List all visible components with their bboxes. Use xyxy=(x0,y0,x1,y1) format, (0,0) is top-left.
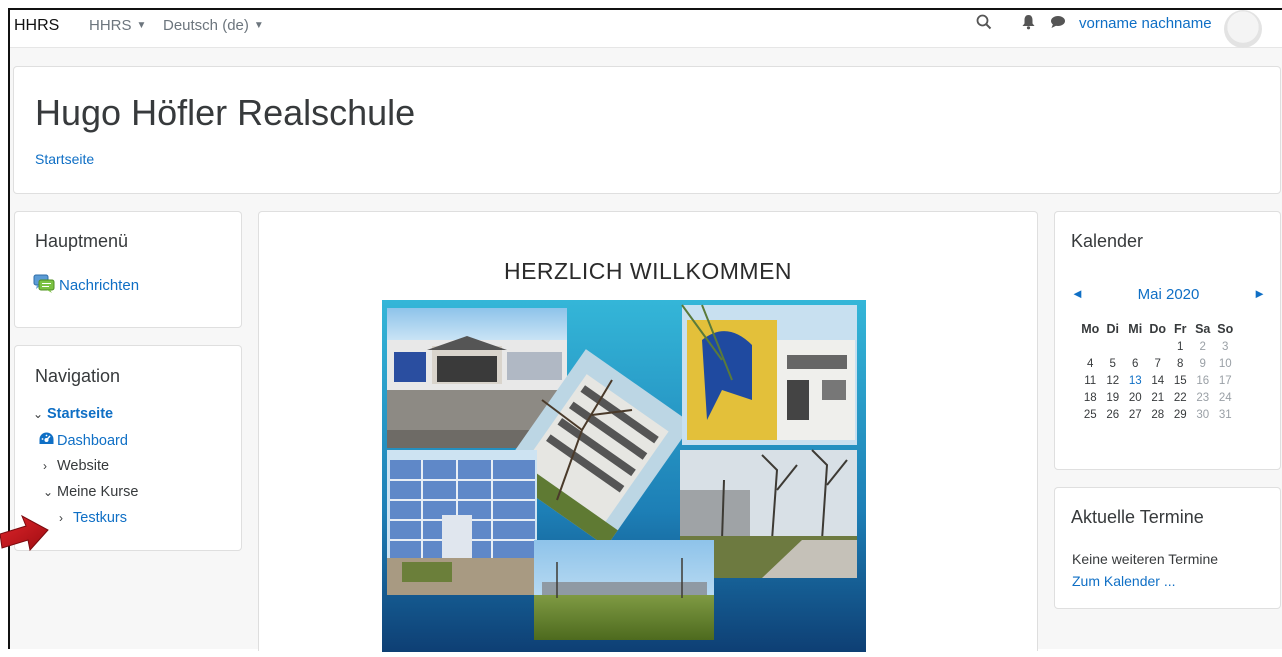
school-photo-collage xyxy=(382,300,866,657)
bell-icon[interactable] xyxy=(1021,14,1036,34)
nav-item-label: Dashboard xyxy=(57,433,128,449)
calendar-day[interactable]: 11 xyxy=(1079,372,1102,389)
calendar-day[interactable]: 12 xyxy=(1102,372,1125,389)
calendar-week-row: 18 19 20 21 22 23 24 xyxy=(1079,389,1237,406)
search-icon[interactable] xyxy=(976,14,992,34)
calendar-title: Kalender xyxy=(1071,231,1144,251)
nav-item-dashboard[interactable]: Dashboard xyxy=(39,432,128,449)
nav-item-label: Meine Kurse xyxy=(57,484,139,500)
calendar-day[interactable]: 18 xyxy=(1079,389,1102,406)
nav-item-label: Startseite xyxy=(47,406,114,422)
calendar-day[interactable]: 22 xyxy=(1169,389,1192,406)
chevron-down-icon: ▼ xyxy=(136,20,147,31)
calendar-day xyxy=(1147,338,1170,355)
calendar-day[interactable]: 31 xyxy=(1214,406,1237,423)
weekday-header: So xyxy=(1217,321,1234,336)
calendar-month-link[interactable]: Mai 2020 xyxy=(1071,286,1266,303)
chevron-down-icon: ⌄ xyxy=(43,485,54,499)
calendar-day[interactable]: 1 xyxy=(1169,338,1192,355)
calendar-day[interactable]: 25 xyxy=(1079,406,1102,423)
calendar-day[interactable]: 29 xyxy=(1169,406,1192,423)
weekday-header: Fr xyxy=(1174,321,1187,336)
calendar-day xyxy=(1124,338,1147,355)
main-menu-title: Hauptmenü xyxy=(35,231,129,251)
messages-link-label: Nachrichten xyxy=(59,277,140,294)
upcoming-events-block: Aktuelle Termine Keine weiteren Termine … xyxy=(1054,487,1281,609)
messages-link[interactable]: Nachrichten xyxy=(33,274,139,298)
calendar-day[interactable]: 26 xyxy=(1102,406,1125,423)
top-navbar: HHRS HHRS ▼ Deutsch (de) ▼ vorname nachnam… xyxy=(10,10,1282,48)
calendar-day[interactable]: 14 xyxy=(1147,372,1170,389)
annotation-arrow-icon xyxy=(0,512,52,557)
calendar-week-row: 25 26 27 28 29 30 31 xyxy=(1079,406,1237,423)
calendar-day[interactable]: 24 xyxy=(1214,389,1237,406)
page-header: Hugo Höfler Realschule Startseite xyxy=(13,66,1281,194)
language-menu[interactable]: Deutsch (de) ▼ xyxy=(163,17,264,34)
user-menu-name[interactable]: vorname nachname xyxy=(1079,15,1212,32)
calendar-day[interactable]: 21 xyxy=(1147,389,1170,406)
calendar-grid: Mo Di Mi Do Fr Sa So 1 2 3 4 5 6 7 8 9 10 11 12 13 14 15 16 17… xyxy=(1079,319,1237,423)
chat-icon[interactable] xyxy=(1050,15,1066,33)
calendar-day[interactable]: 9 xyxy=(1192,355,1215,372)
weekday-header: Do xyxy=(1149,321,1167,336)
calendar-day[interactable]: 30 xyxy=(1192,406,1215,423)
main-menu-block: Hauptmenü Nachrichten xyxy=(14,211,242,328)
page-title: Hugo Höfler Realschule xyxy=(35,92,416,133)
go-to-calendar-link[interactable]: Zum Kalender ... xyxy=(1072,573,1176,589)
calendar-day[interactable]: 13 xyxy=(1124,372,1147,389)
site-menu-label: HHRS xyxy=(89,17,132,34)
upcoming-events-title: Aktuelle Termine xyxy=(1071,507,1204,527)
nav-item-label: Website xyxy=(57,458,110,474)
calendar-day[interactable]: 5 xyxy=(1102,355,1125,372)
main-content: HERZLICH WILLKOMMEN xyxy=(258,211,1038,652)
calendar-day[interactable]: 23 xyxy=(1192,389,1215,406)
next-month-icon[interactable]: ► xyxy=(1253,286,1266,301)
chevron-right-icon: › xyxy=(59,511,63,525)
nav-item-startseite[interactable]: ⌄ Startseite xyxy=(33,406,113,422)
nav-item-label: Testkurs xyxy=(73,510,127,526)
calendar-day[interactable]: 7 xyxy=(1147,355,1170,372)
weekday-header: Di xyxy=(1106,321,1120,336)
chevron-down-icon: ▼ xyxy=(253,20,264,31)
calendar-block: Kalender ◄ Mai 2020 ► Mo Di Mi Do Fr Sa So 123… xyxy=(1054,211,1281,470)
site-menu[interactable]: HHRS ▼ xyxy=(89,17,146,34)
nav-item-website[interactable]: › Website xyxy=(43,458,109,474)
weekday-header: Sa xyxy=(1195,321,1211,336)
calendar-day[interactable]: 19 xyxy=(1102,389,1125,406)
chevron-right-icon: › xyxy=(43,459,47,473)
calendar-week-row: 4 5 6 7 8 9 10 xyxy=(1079,355,1237,372)
calendar-day[interactable]: 4 xyxy=(1079,355,1102,372)
avatar[interactable] xyxy=(1224,10,1262,48)
calendar-day[interactable]: 17 xyxy=(1214,372,1237,389)
forum-icon xyxy=(33,274,55,298)
brand-link[interactable]: HHRS xyxy=(14,17,59,35)
calendar-day[interactable]: 16 xyxy=(1192,372,1215,389)
calendar-day[interactable]: 3 xyxy=(1214,338,1237,355)
calendar-day[interactable]: 6 xyxy=(1124,355,1147,372)
nav-item-meine-kurse[interactable]: ⌄ Meine Kurse xyxy=(43,484,138,500)
calendar-day[interactable]: 28 xyxy=(1147,406,1170,423)
weekday-header: Mo xyxy=(1081,321,1100,336)
calendar-day[interactable]: 27 xyxy=(1124,406,1147,423)
calendar-day xyxy=(1079,338,1102,355)
calendar-day[interactable]: 15 xyxy=(1169,372,1192,389)
welcome-heading: HERZLICH WILLKOMMEN xyxy=(503,258,793,284)
calendar-weekdays: Mo Di Mi Do Fr Sa So xyxy=(1079,319,1237,338)
language-menu-label: Deutsch (de) xyxy=(163,17,249,34)
navigation-title: Navigation xyxy=(35,366,121,386)
dashboard-icon xyxy=(39,432,57,449)
calendar-day[interactable]: 2 xyxy=(1192,338,1215,355)
calendar-header: ◄ Mai 2020 ► xyxy=(1071,286,1266,306)
breadcrumb[interactable]: Startseite xyxy=(35,151,94,167)
calendar-week-row: 123 xyxy=(1079,338,1237,355)
no-events-text: Keine weiteren Termine xyxy=(1072,551,1219,567)
nav-item-testkurs[interactable]: › Testkurs xyxy=(59,510,127,526)
calendar-day[interactable]: 20 xyxy=(1124,389,1147,406)
calendar-week-row: 11 12 13 14 15 16 17 xyxy=(1079,372,1237,389)
weekday-header: Mi xyxy=(1128,321,1143,336)
chevron-down-icon: ⌄ xyxy=(33,407,44,421)
calendar-day[interactable]: 8 xyxy=(1169,355,1192,372)
calendar-day[interactable]: 10 xyxy=(1214,355,1237,372)
calendar-day xyxy=(1102,338,1125,355)
